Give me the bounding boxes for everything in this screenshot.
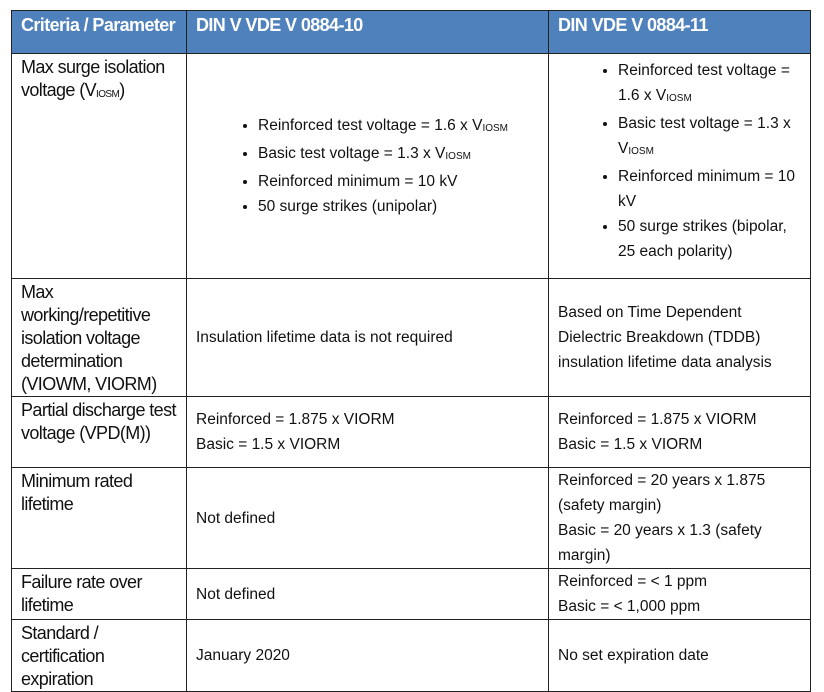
subscript: IOSM (96, 89, 120, 100)
vde-0884-10-cell: January 2020 (186, 619, 549, 692)
table-row: Max working/repetitive isolation voltage… (11, 278, 811, 397)
criteria-text: ) (119, 80, 125, 100)
vde-0884-11-cell: Reinforced = < 1 ppm Basic = < 1,000 ppm (548, 568, 811, 620)
criteria-cell: Minimum rated lifetime (11, 467, 187, 569)
vde-0884-10-cell: Not defined (186, 568, 549, 620)
criteria-cell: Failure rate over lifetime (11, 568, 187, 620)
cell-text: Based on Time Dependent Dielectric Break… (558, 304, 772, 371)
header-vde-0884-11: DIN VDE V 0884-11 (548, 10, 811, 54)
table-row: Max surge isolation voltage (VIOSM) Rein… (11, 53, 811, 279)
vde-0884-10-cell: Reinforced test voltage = 1.6 x VIOSM Ba… (186, 53, 549, 279)
vde-0884-11-cell: No set expiration date (548, 619, 811, 692)
criteria-cell: Max surge isolation voltage (VIOSM) (11, 53, 187, 279)
vde-0884-10-cell: Insulation lifetime data is not required (186, 278, 549, 397)
table-row: Partial discharge test voltage (VPD(M)) … (11, 396, 811, 468)
bullet-list: Reinforced test voltage = 1.6 x VIOSM Ba… (558, 58, 802, 264)
table-row: Minimum rated lifetime Not defined Reinf… (11, 467, 811, 569)
cell-text: Reinforced = 1.875 x VIORM (196, 411, 395, 428)
cell-text: Basic = 20 years x 1.3 (safety margin) (558, 522, 762, 564)
list-item: Reinforced test voltage = 1.6 x VIOSM (258, 113, 540, 141)
vde-0884-11-cell: Based on Time Dependent Dielectric Break… (548, 278, 811, 397)
cell-text: Not defined (196, 585, 276, 603)
vde-0884-10-cell: Not defined (186, 467, 549, 569)
list-item: 50 surge strikes (unipolar) (258, 194, 540, 219)
table-row: Standard / certification expiration Janu… (11, 619, 811, 692)
comparison-table: Criteria / Parameter DIN V VDE V 0884-10… (11, 10, 811, 692)
vde-0884-10-cell: Reinforced = 1.875 x VIORM Basic = 1.5 x … (186, 396, 549, 468)
header-criteria: Criteria / Parameter (11, 10, 187, 54)
cell-text: Basic = 1.5 x VIORM (196, 436, 341, 453)
criteria-cell: Partial discharge test voltage (VPD(M)) (11, 396, 187, 468)
cell-text: Reinforced = 1.875 x VIORM (558, 411, 757, 428)
cell-text: January 2020 (196, 647, 290, 664)
list-item: Reinforced minimum = 10 kV (618, 164, 802, 214)
list-item: Basic test voltage = 1.3 x VIOSM (618, 111, 802, 164)
cell-text: Reinforced = 20 years x 1.875 (safety ma… (558, 472, 766, 514)
vde-0884-11-cell: Reinforced = 1.875 x VIORM Basic = 1.5 x … (548, 396, 811, 468)
cell-text: Not defined (196, 509, 276, 527)
list-item: 50 surge strikes (bipolar, 25 each polar… (618, 214, 802, 264)
header-vde-0884-10: DIN V VDE V 0884-10 (186, 10, 549, 54)
vde-0884-11-cell: Reinforced = 20 years x 1.875 (safety ma… (548, 467, 811, 569)
cell-text: Reinforced = < 1 ppm (558, 573, 708, 590)
list-item: Reinforced test voltage = 1.6 x VIOSM (618, 58, 802, 111)
cell-text: Basic = < 1,000 ppm (558, 598, 701, 615)
criteria-text: Max surge isolation voltage (V (21, 57, 165, 100)
list-item: Basic test voltage = 1.3 x VIOSM (258, 141, 540, 169)
list-item: Reinforced minimum = 10 kV (258, 169, 540, 194)
cell-text: Basic = 1.5 x VIORM (558, 436, 703, 453)
vde-0884-11-cell: Reinforced test voltage = 1.6 x VIOSM Ba… (548, 53, 811, 279)
bullet-list: Reinforced test voltage = 1.6 x VIOSM Ba… (196, 113, 540, 219)
header-row: Criteria / Parameter DIN V VDE V 0884-10… (11, 10, 811, 54)
criteria-cell: Max working/repetitive isolation voltage… (11, 278, 187, 397)
table-row: Failure rate over lifetime Not defined R… (11, 568, 811, 620)
cell-text: Insulation lifetime data is not required (196, 329, 453, 346)
criteria-cell: Standard / certification expiration (11, 619, 187, 692)
cell-text: No set expiration date (558, 647, 709, 664)
